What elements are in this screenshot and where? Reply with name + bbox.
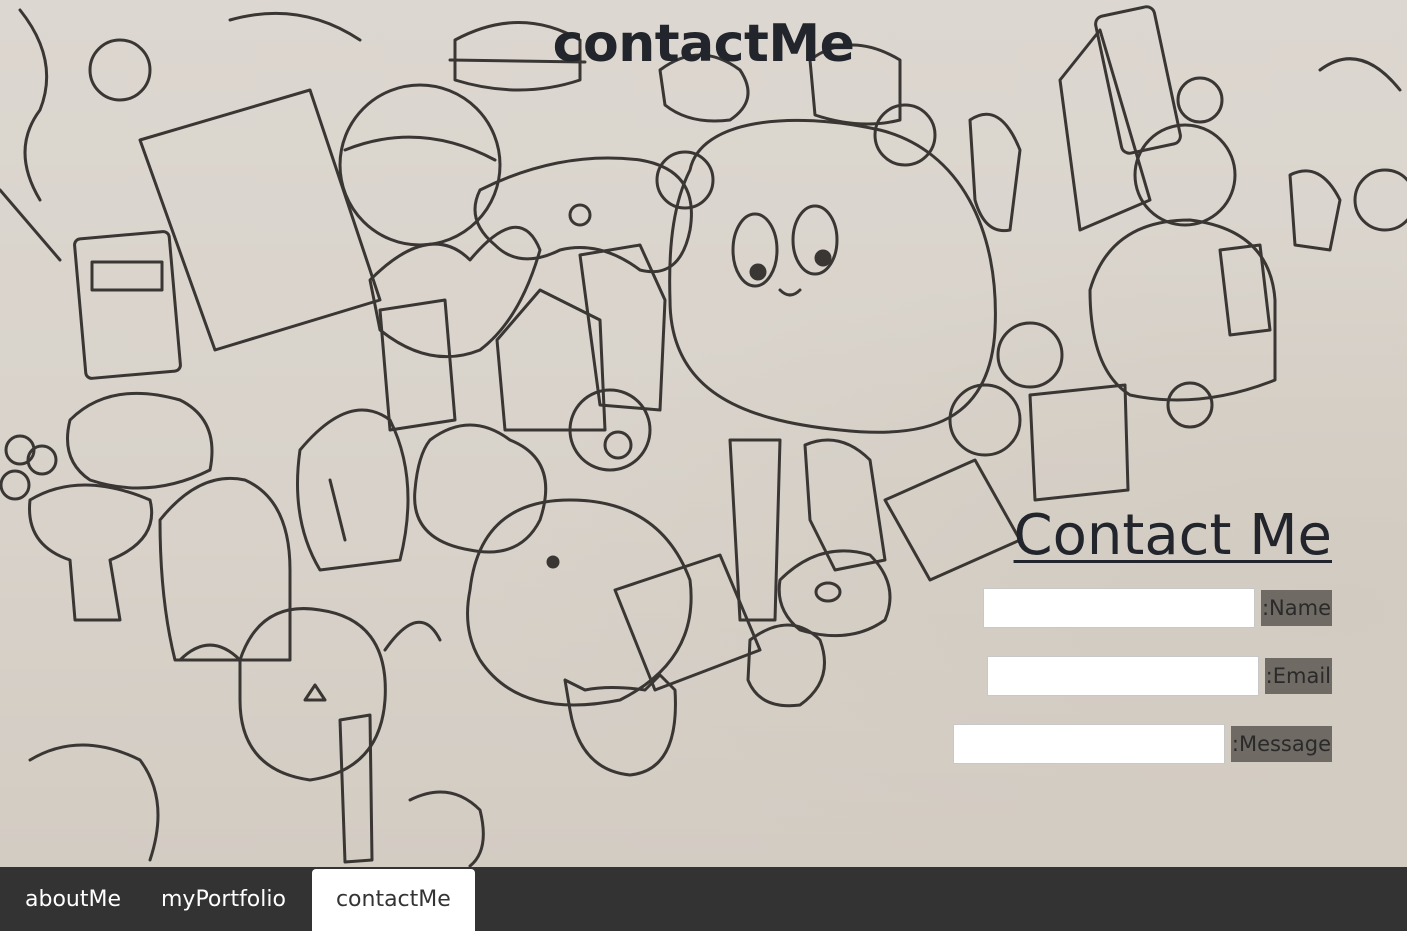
tab-about-me[interactable]: aboutMe: [5, 869, 141, 931]
message-input[interactable]: [952, 724, 1225, 764]
name-row: :Name: [832, 586, 1332, 630]
email-row: :Email: [832, 654, 1332, 698]
email-label: :Email: [1264, 658, 1332, 694]
name-label: :Name: [1260, 590, 1332, 626]
bottom-nav: aboutMe myPortfolio contactMe: [0, 867, 1407, 931]
message-row: :Message: [832, 722, 1332, 766]
page-title: contactMe: [552, 14, 855, 74]
tab-contact-me[interactable]: contactMe: [311, 869, 475, 931]
message-label: :Message: [1230, 726, 1332, 762]
tab-my-portfolio[interactable]: myPortfolio: [141, 869, 306, 931]
contact-form: Contact Me :Name :Email :Message: [832, 500, 1332, 790]
name-input[interactable]: [982, 588, 1255, 628]
contact-heading: Contact Me: [1013, 503, 1332, 568]
page: contactMe Contact Me :Name :Email :Messa…: [0, 0, 1407, 931]
email-input[interactable]: [986, 656, 1259, 696]
